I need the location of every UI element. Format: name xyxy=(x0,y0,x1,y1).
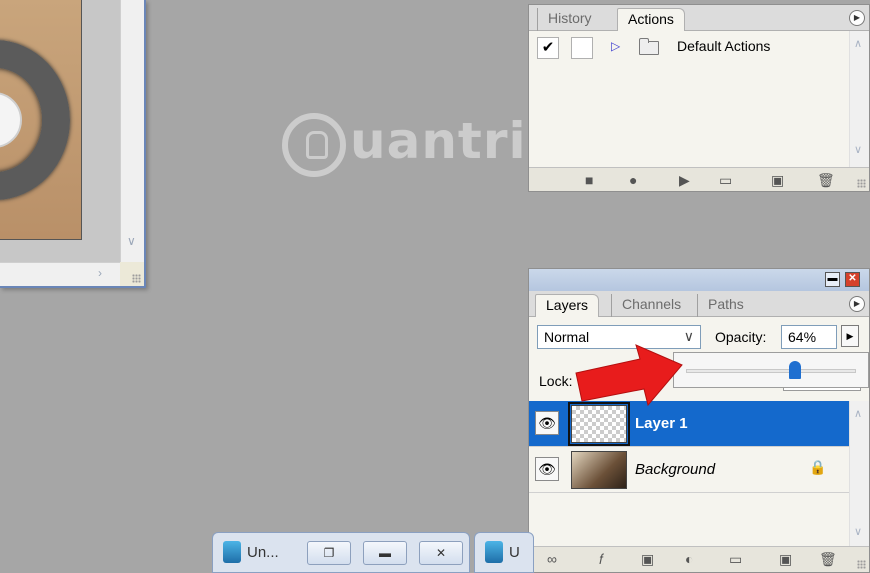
maximize-button[interactable]: ▬ xyxy=(363,541,407,565)
scroll-down-icon[interactable]: ∨ xyxy=(127,234,136,248)
minimized-window-title: Un... xyxy=(247,544,279,561)
new-group-folder-icon[interactable]: ▭ xyxy=(729,551,742,568)
layer-row-background[interactable]: 👁 Background 🔒 xyxy=(529,447,851,493)
opacity-slider-popup xyxy=(673,352,869,388)
minimized-window-title: U xyxy=(509,544,520,561)
scroll-right-icon[interactable]: › xyxy=(98,266,102,280)
photoshop-document-icon xyxy=(485,541,503,563)
minimized-document-window[interactable]: Un... ❐ ▬ ✕ xyxy=(212,532,470,573)
folder-icon xyxy=(639,38,659,55)
document-window: ∨ › xyxy=(0,0,146,288)
layer-mask-icon[interactable]: ▣ xyxy=(641,551,654,568)
watermark-bulb-icon xyxy=(282,112,346,177)
new-action-icon[interactable]: ▣ xyxy=(771,172,784,189)
opacity-slider-thumb[interactable] xyxy=(788,361,801,379)
document-vertical-scrollbar[interactable]: ∨ xyxy=(120,0,144,262)
opacity-label: Opacity: xyxy=(715,329,767,345)
layer-thumbnail xyxy=(568,402,630,446)
trash-icon[interactable]: 🗑 xyxy=(817,172,835,189)
tab-layers[interactable]: Layers xyxy=(535,294,600,317)
new-set-folder-icon[interactable]: ▭ xyxy=(719,172,732,189)
document-horizontal-scrollbar[interactable]: › xyxy=(0,262,120,286)
lock-icon: 🔒 xyxy=(809,459,827,475)
document-image[interactable] xyxy=(0,0,82,240)
opacity-input[interactable]: 64% xyxy=(781,325,837,349)
eye-icon[interactable]: 👁 xyxy=(535,411,559,435)
action-set-label: Default Actions xyxy=(677,38,771,54)
adjustment-layer-icon[interactable]: ◐ xyxy=(685,551,693,567)
scroll-down-icon[interactable]: ∨ xyxy=(854,525,862,538)
annotation-arrow-icon xyxy=(575,344,683,407)
tab-actions[interactable]: Actions xyxy=(617,8,685,31)
actions-panel: History Actions ▶ ✔ ▷ Default Actions ∧ … xyxy=(528,4,870,192)
trash-icon[interactable]: 🗑 xyxy=(819,551,837,568)
panel-menu-icon[interactable]: ▶ xyxy=(849,10,865,26)
layer-name: Layer 1 xyxy=(635,415,688,432)
panel-resize-grip-icon[interactable] xyxy=(857,560,866,569)
layers-footer-toolbar: ∞ 𝑓 ▣ ◐ ▭ ▣ 🗑 xyxy=(529,546,869,572)
panel-menu-icon[interactable]: ▶ xyxy=(849,296,865,312)
scroll-down-icon[interactable]: ∨ xyxy=(854,143,862,156)
resize-grip-icon xyxy=(132,274,141,283)
document-canvas-area[interactable] xyxy=(0,0,120,262)
layers-panel-tabbar: Layers Channels Paths ▶ xyxy=(529,291,869,317)
lock-label: Lock: xyxy=(539,373,573,389)
stop-icon[interactable]: ■ xyxy=(585,172,593,188)
actions-footer-toolbar: ■ ● ▶ ▭ ▣ 🗑 xyxy=(529,167,869,191)
new-layer-icon[interactable]: ▣ xyxy=(779,551,792,568)
record-icon[interactable]: ● xyxy=(629,172,637,188)
layers-scrollbar[interactable]: ∧ ∨ xyxy=(849,401,869,547)
close-icon[interactable]: ✕ xyxy=(845,272,860,287)
tab-channels[interactable]: Channels xyxy=(611,294,691,317)
actions-panel-tabbar: History Actions ▶ xyxy=(529,5,869,31)
scroll-up-icon[interactable]: ∧ xyxy=(854,407,862,420)
action-toggle-checkbox[interactable]: ✔ xyxy=(537,37,559,59)
workspace: ∨ › uantrimang History Actions ▶ ✔ ▷ Def… xyxy=(0,0,870,573)
close-button[interactable]: ✕ xyxy=(419,541,463,565)
actions-scrollbar[interactable]: ∧ ∨ xyxy=(849,31,869,167)
play-icon[interactable]: ▶ xyxy=(679,172,690,189)
chevron-down-icon: ∨ xyxy=(683,328,694,344)
dialog-toggle-checkbox[interactable] xyxy=(571,37,593,59)
action-set-row[interactable]: ✔ ▷ Default Actions xyxy=(535,35,845,61)
opacity-slider-toggle-icon[interactable]: ▶ xyxy=(841,325,859,347)
minimize-icon[interactable]: ▬ xyxy=(825,272,840,287)
tab-paths[interactable]: Paths xyxy=(697,294,754,317)
expand-triangle-icon[interactable]: ▷ xyxy=(611,39,620,53)
link-layers-icon[interactable]: ∞ xyxy=(547,551,557,567)
eye-icon[interactable]: 👁 xyxy=(535,457,559,481)
photoshop-document-icon xyxy=(223,541,241,563)
layer-thumbnail xyxy=(571,451,627,489)
minimized-document-window-2[interactable]: U xyxy=(474,532,534,573)
layer-style-icon[interactable]: 𝑓 xyxy=(599,551,603,568)
opacity-slider-track[interactable] xyxy=(686,369,856,373)
document-resize-grip[interactable] xyxy=(120,262,144,286)
layer-name: Background xyxy=(635,461,716,478)
layers-titlebar[interactable]: ▬ ✕ xyxy=(529,269,869,291)
layers-panel: ▬ ✕ Layers Channels Paths ▶ Normal ∨ Opa… xyxy=(528,268,870,573)
scroll-up-icon[interactable]: ∧ xyxy=(854,37,862,50)
panel-resize-grip-icon[interactable] xyxy=(857,179,866,188)
tab-history[interactable]: History xyxy=(537,8,602,31)
restore-button[interactable]: ❐ xyxy=(307,541,351,565)
